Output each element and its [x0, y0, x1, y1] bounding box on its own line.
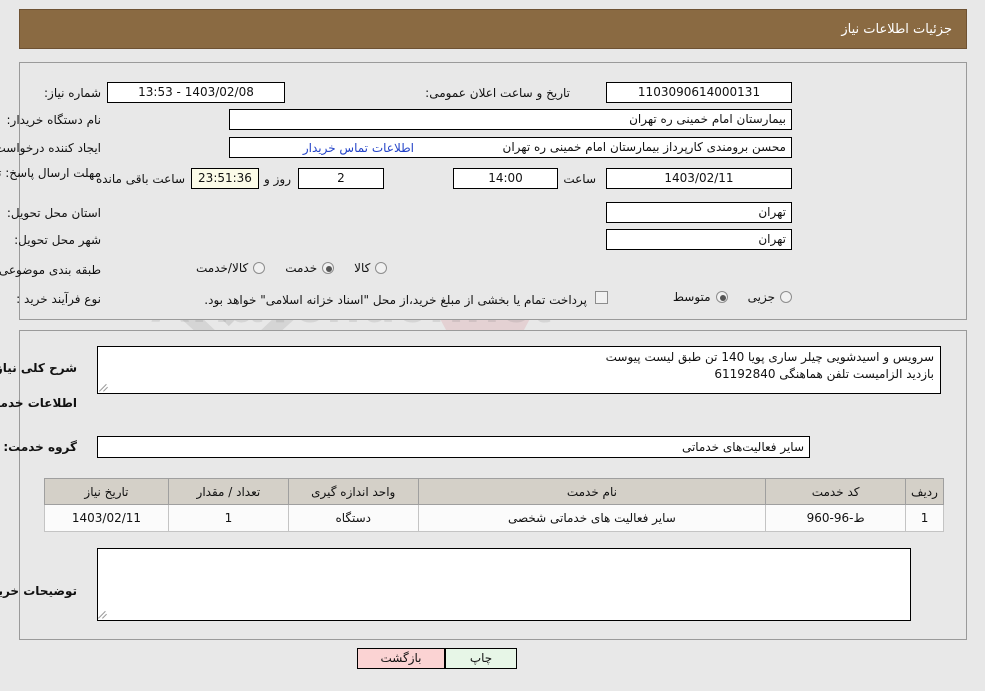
service-group-value: سایر فعالیت‌های خدماتی [97, 436, 810, 458]
process-option-0[interactable]: جزیی [728, 290, 792, 304]
category-option-1[interactable]: خدمت [265, 261, 335, 275]
process-radio-group: جزیی متوسط [653, 290, 792, 304]
buyer-contact-link[interactable]: اطلاعات تماس خریدار [303, 141, 414, 155]
cell-unit: دستگاه [287, 504, 419, 532]
need-summary-line-2: بازدید الزامیست تلفن هماهنگی 61192840 [714, 367, 934, 381]
process-option-0-label: جزیی [747, 290, 775, 304]
requester-label: ایجاد کننده درخواست: [0, 141, 101, 155]
category-option-2[interactable]: کالا/خدمت [176, 261, 266, 275]
process-radio-1[interactable] [715, 291, 728, 303]
col-radif: ردیف [905, 478, 944, 505]
category-radio-0[interactable] [375, 262, 388, 274]
buyer-org-label: نام دستگاه خریدار: [6, 113, 102, 127]
category-option-0-label: کالا [354, 261, 371, 275]
countdown-value: 23:51:36 [191, 168, 259, 189]
remaining-days-value: 2 [298, 168, 384, 189]
category-option-2-label: کالا/خدمت [196, 261, 249, 275]
treasury-bonds-label: پرداخت تمام یا بخشی از مبلغ خرید،از محل … [204, 293, 587, 307]
countdown-label: ساعت باقی مانده [95, 172, 185, 186]
treasury-bonds-checkbox[interactable] [595, 291, 608, 304]
need-summary-line-1: سرویس و اسیدشویی چیلر ساری پویا 140 تن ط… [605, 350, 934, 364]
public-announce-value: 1403/02/08 - 13:53 [107, 82, 285, 103]
back-button[interactable]: بازگشت [357, 648, 445, 669]
service-group-label: گروه خدمت: [3, 440, 77, 454]
deadline-hour-label: ساعت [563, 172, 596, 186]
buyer-notes-label: توضیحات خریدار: [0, 584, 77, 598]
page-root: جزئیات اطلاعات نیاز شماره نیاز: 11030906… [0, 0, 985, 691]
delivery-province-value: تهران [606, 202, 792, 223]
buyer-notes-textarea[interactable] [97, 548, 911, 621]
deadline-date-value: 1403/02/11 [606, 168, 792, 189]
deadline-time-value: 14:00 [453, 168, 558, 189]
process-radio-0[interactable] [780, 291, 792, 303]
category-option-0[interactable]: کالا [334, 261, 388, 275]
buyer-org-value: بیمارستان امام خمینی ره تهران [229, 109, 792, 130]
category-option-1-label: خدمت [285, 261, 318, 275]
need-number-value: 1103090614000131 [606, 82, 792, 103]
need-summary-label: شرح کلی نیاز: [0, 361, 77, 375]
col-name: نام خدمت [417, 478, 767, 505]
print-button[interactable]: چاپ [445, 648, 517, 669]
cell-date: 1403/02/11 [44, 504, 169, 532]
need-number-label: شماره نیاز: [44, 86, 101, 100]
category-radio-group: کالا خدمت کالا/خدمت [176, 261, 792, 275]
public-announce-label: تاریخ و ساعت اعلان عمومی: [425, 86, 570, 100]
deadline-label: مهلت ارسال پاسخ: تا تاریخ: [0, 166, 101, 180]
col-code: کد خدمت [765, 478, 907, 505]
cell-code: ط-96-960 [765, 504, 907, 532]
remaining-days-label: روز و [264, 172, 291, 186]
col-quantity: تعداد / مقدار [167, 478, 289, 505]
page-header: جزئیات اطلاعات نیاز [19, 9, 967, 49]
cell-name: سایر فعالیت های خدماتی شخصی [417, 504, 767, 532]
table-row: 1 ط-96-960 سایر فعالیت های خدماتی شخصی د… [44, 504, 944, 532]
page-title: جزئیات اطلاعات نیاز [841, 21, 952, 37]
col-unit: واحد اندازه گیری [287, 478, 419, 505]
services-section-title: اطلاعات خدمات مورد نیاز [0, 396, 77, 410]
cell-quantity: 1 [167, 504, 289, 532]
services-table: ردیف کد خدمت نام خدمت واحد اندازه گیری ت… [44, 478, 944, 532]
cell-radif: 1 [905, 504, 944, 532]
category-label: طبقه بندی موضوعی: [0, 263, 101, 277]
category-radio-2[interactable] [253, 262, 266, 274]
process-option-1-label: متوسط [672, 290, 711, 304]
col-date: تاریخ نیاز [44, 478, 169, 505]
need-summary-textarea[interactable]: سرویس و اسیدشویی چیلر ساری پویا 140 تن ط… [97, 346, 941, 394]
category-radio-1[interactable] [322, 262, 335, 274]
delivery-city-value: تهران [606, 229, 792, 250]
process-type-label: نوع فرآیند خرید : [16, 292, 101, 306]
table-header-row: ردیف کد خدمت نام خدمت واحد اندازه گیری ت… [44, 478, 944, 505]
delivery-province-label: استان محل تحویل: [6, 206, 101, 220]
delivery-city-label: شهر محل تحویل: [14, 233, 101, 247]
process-option-1[interactable]: متوسط [653, 290, 728, 304]
